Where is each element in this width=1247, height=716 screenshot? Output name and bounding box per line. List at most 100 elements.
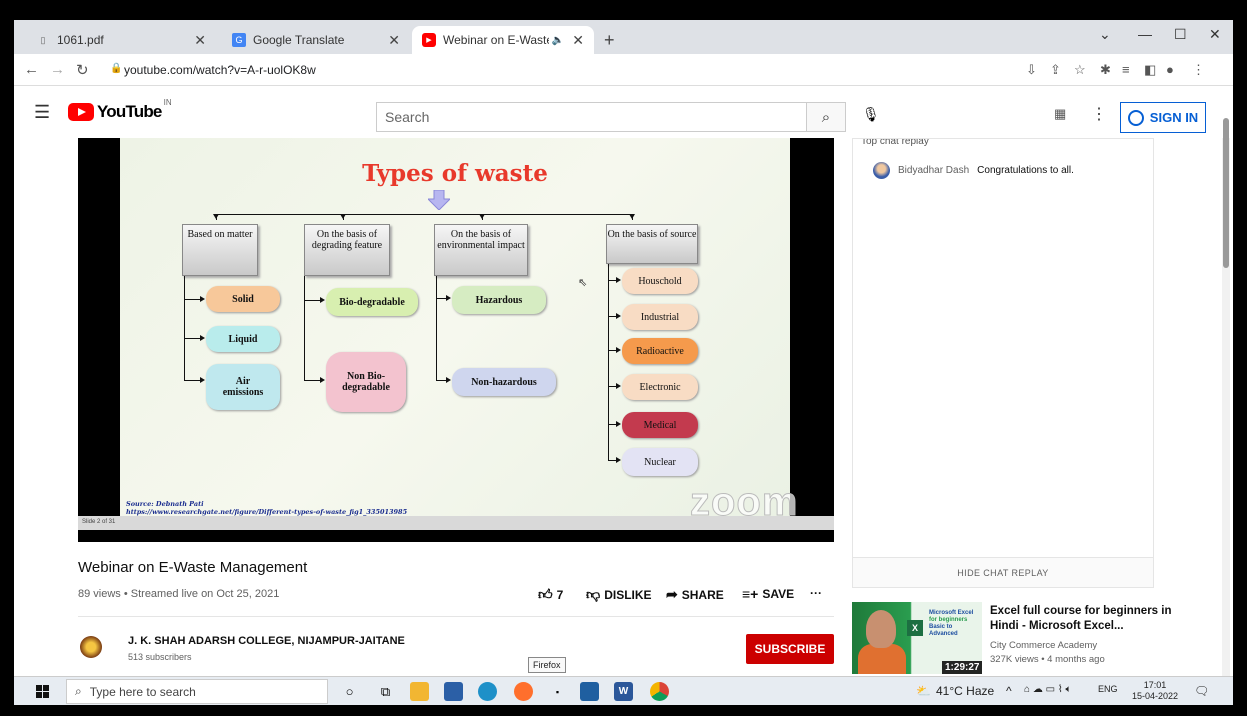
- weather-text[interactable]: 41°C Haze: [936, 684, 994, 698]
- search-button[interactable]: ⌕: [806, 102, 846, 132]
- search-icon: ⌕: [821, 108, 831, 126]
- word-icon[interactable]: W: [614, 682, 633, 701]
- maximize-icon[interactable]: ☐: [1174, 26, 1187, 43]
- connector-line: [608, 264, 609, 460]
- tab-pdf[interactable]: ▯ 1061.pdf ✕: [26, 26, 216, 54]
- chrome-icon[interactable]: [650, 682, 669, 701]
- youtube-icon: ▶: [422, 33, 436, 47]
- connector-line: [632, 214, 633, 220]
- back-icon[interactable]: ←: [24, 61, 39, 78]
- save-button[interactable]: ≡+ SAVE: [742, 586, 794, 602]
- app-icon[interactable]: ▪: [548, 682, 567, 701]
- waste-bio-degradable: Bio-degradable: [326, 288, 418, 316]
- more-actions-icon[interactable]: ···: [810, 586, 822, 600]
- youtube-logo[interactable]: YouTube IN: [68, 98, 172, 122]
- waste-air-emissions: Air emissions: [206, 364, 280, 410]
- sign-in-button[interactable]: SIGN IN: [1120, 102, 1206, 133]
- channel-name[interactable]: J. K. SHAH ADARSH COLLEGE, NIJAMPUR-JAIT…: [128, 635, 405, 647]
- tray-chevron-icon[interactable]: ^: [1006, 684, 1012, 698]
- chat-header[interactable]: Top chat replay: [853, 139, 1153, 149]
- profile-icon[interactable]: ●: [1166, 62, 1174, 77]
- new-tab-icon[interactable]: +: [604, 30, 615, 51]
- taskbar-tooltip: Firefox: [528, 657, 566, 673]
- waste-solid: Solid: [206, 286, 280, 312]
- hide-chat-replay-button[interactable]: HIDE CHAT REPLAY: [853, 557, 1153, 587]
- address-bar: ← → ↻ 🔒 youtube.com/watch?v=A-r-uolOK8w …: [14, 54, 1233, 86]
- search-input[interactable]: Search: [376, 102, 806, 132]
- forward-icon[interactable]: →: [50, 61, 65, 78]
- close-icon[interactable]: ✕: [194, 32, 206, 49]
- close-icon[interactable]: ✕: [572, 32, 584, 49]
- arrow-head: [616, 277, 621, 283]
- slide-source: Source: Debnath Pati https://www.researc…: [126, 500, 408, 516]
- waste-non-hazardous: Non-hazardous: [452, 368, 556, 396]
- weather-icon[interactable]: ⛅: [916, 684, 931, 698]
- tab-google-translate[interactable]: G Google Translate ✕: [222, 26, 410, 54]
- bookmark-star-icon[interactable]: ☆: [1074, 62, 1086, 78]
- connector-line: [184, 276, 185, 380]
- tab-webinar[interactable]: ▶ Webinar on E-Waste Manage 🔈 ✕: [412, 26, 594, 54]
- close-icon[interactable]: ✕: [388, 32, 400, 49]
- arrow-head: [616, 383, 621, 389]
- youtube-play-icon: [68, 103, 94, 121]
- install-icon[interactable]: ⇩: [1026, 62, 1037, 78]
- share-page-icon[interactable]: ⇪: [1050, 62, 1061, 78]
- store-icon[interactable]: [444, 682, 463, 701]
- lock-icon[interactable]: 🔒: [110, 63, 122, 74]
- mail-icon[interactable]: [580, 682, 599, 701]
- side-panel-icon[interactable]: ◧: [1144, 62, 1156, 78]
- language-indicator[interactable]: ENG: [1098, 684, 1118, 694]
- chrome-menu-icon[interactable]: ⋮: [1192, 62, 1205, 78]
- waste-household: Houschold: [622, 268, 698, 294]
- arrow-head: [200, 335, 205, 341]
- arrow-head: [446, 295, 451, 301]
- recommended-channel[interactable]: City Commerce Academy: [990, 640, 1097, 651]
- channel-avatar[interactable]: [80, 636, 102, 658]
- window-close-icon[interactable]: ✕: [1209, 26, 1221, 43]
- share-button[interactable]: ➦ SHARE: [666, 586, 724, 603]
- file-explorer-icon[interactable]: [410, 682, 429, 701]
- url-field[interactable]: youtube.com/watch?v=A-r-uolOK8w: [124, 63, 316, 77]
- microphone-icon[interactable]: 🎙: [862, 106, 880, 123]
- firefox-icon[interactable]: [514, 682, 533, 701]
- scrollbar-thumb[interactable]: [1223, 118, 1229, 268]
- translate-icon: G: [232, 33, 246, 47]
- apps-grid-icon[interactable]: ▦: [1054, 106, 1066, 122]
- dislike-button[interactable]: 👎︎ DISLIKE: [586, 586, 652, 603]
- tray-icons[interactable]: ⌂ ☁ ▭ ⌇ 🔈︎: [1024, 684, 1071, 695]
- video-player[interactable]: Types of waste Based on matter On the ba…: [78, 138, 834, 542]
- cortana-icon[interactable]: ○: [340, 682, 359, 701]
- category-impact: On the basis of environmental impact: [434, 224, 528, 276]
- tab-strip: ▯ 1061.pdf ✕ G Google Translate ✕ ▶ Webi…: [14, 20, 1233, 54]
- connector-line: [482, 214, 483, 220]
- arrow-head: [446, 377, 451, 383]
- arrow-head: [320, 377, 325, 383]
- taskbar-search-input[interactable]: ⌕ Type here to search: [66, 679, 328, 704]
- more-options-icon[interactable]: ⋮: [1091, 104, 1107, 124]
- video-meta: 89 views • Streamed live on Oct 25, 2021: [78, 588, 280, 600]
- minimize-icon[interactable]: —: [1138, 26, 1152, 42]
- recommended-video-title[interactable]: Excel full course for beginners in Hindi…: [990, 604, 1190, 634]
- media-queue-icon[interactable]: ≡: [1122, 62, 1130, 77]
- task-view-icon[interactable]: ⧉: [376, 682, 395, 701]
- share-icon: ➦: [666, 586, 678, 602]
- edge-icon[interactable]: [478, 682, 497, 701]
- clock[interactable]: 17:01 15-04-2022: [1132, 680, 1178, 702]
- audio-icon[interactable]: 🔈: [552, 35, 564, 46]
- category-matter: Based on matter: [182, 224, 258, 276]
- chevron-down-icon[interactable]: ⌄: [1099, 26, 1111, 43]
- extensions-icon[interactable]: ✱: [1100, 62, 1111, 78]
- reload-icon[interactable]: ↻: [76, 61, 89, 79]
- notifications-icon[interactable]: 🗨︎: [1194, 684, 1209, 698]
- subscriber-count: 513 subscribers: [128, 652, 192, 662]
- windows-start-icon[interactable]: [36, 685, 49, 698]
- duration-badge: 1:29:27: [942, 661, 983, 674]
- chat-message: Bidyadhar Dash Congratulations to all.: [873, 162, 1074, 179]
- hamburger-menu-icon[interactable]: ☰: [34, 102, 50, 123]
- mouse-cursor-icon: ⇖: [578, 277, 588, 289]
- like-button[interactable]: 👍︎ 7: [538, 586, 563, 603]
- windows-taskbar: ⌕ Type here to search ○ ⧉ ▪ W ⛅ 41°C Haz…: [14, 676, 1233, 705]
- subscribe-button[interactable]: SUBSCRIBE: [746, 634, 834, 664]
- waste-hazardous: Hazardous: [452, 286, 546, 314]
- connector-line: [343, 214, 344, 220]
